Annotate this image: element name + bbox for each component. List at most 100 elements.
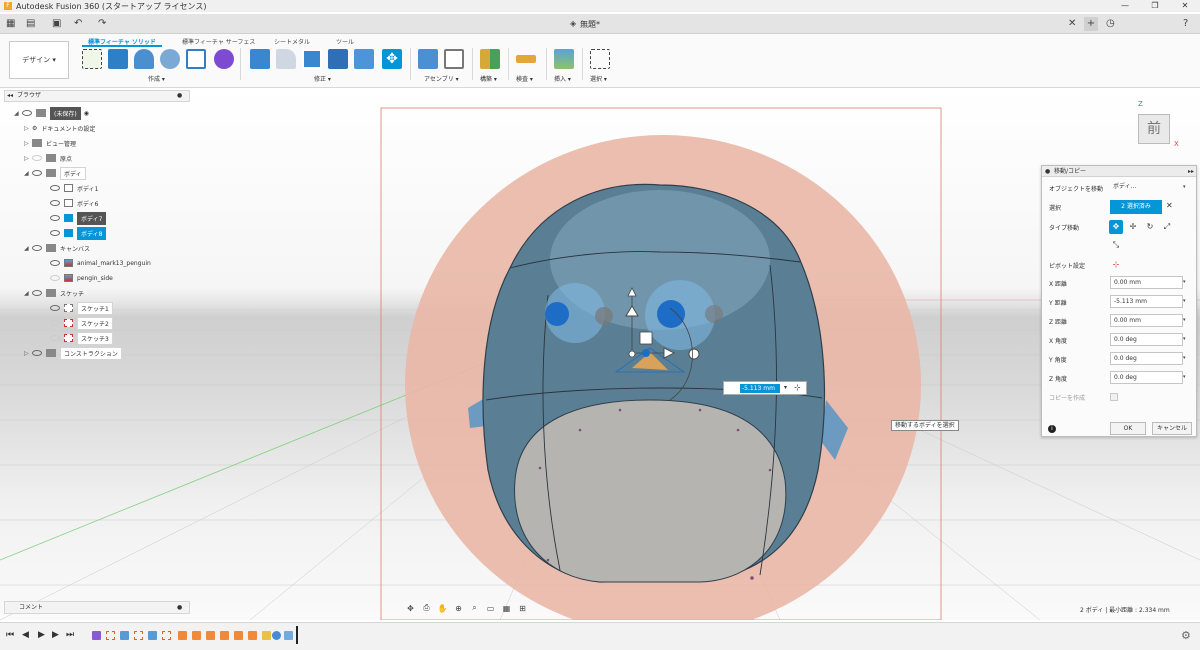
visibility-eye-icon[interactable] <box>22 110 32 116</box>
create-group-label[interactable]: 作成 ▾ <box>148 74 165 83</box>
close-tab-icon[interactable]: ✕ <box>1068 17 1076 31</box>
distance-value-input[interactable]: -5.113 mm ▾ ⊹ <box>723 381 807 395</box>
expand-dialog-icon[interactable]: ▸▸ <box>1188 166 1194 177</box>
tree-item-canvas-side[interactable]: pengin_side <box>50 272 113 284</box>
visibility-eye-icon[interactable] <box>50 305 60 311</box>
press-pull-icon[interactable] <box>250 49 270 69</box>
create-sketch-icon[interactable] <box>82 49 102 69</box>
minimize-button[interactable]: — <box>1110 0 1140 12</box>
go-to-start-icon[interactable]: ⏮ <box>6 630 14 640</box>
viewports-icon[interactable]: ⊞ <box>516 604 529 613</box>
visibility-eye-icon[interactable] <box>50 335 60 341</box>
extrude-icon[interactable] <box>108 49 128 69</box>
split-body-icon[interactable] <box>354 49 374 69</box>
tree-item-body6[interactable]: ボディ6 <box>50 197 98 209</box>
y-distance-input[interactable]: -5.113 mm <box>1110 295 1183 308</box>
offset-plane-icon[interactable] <box>480 49 500 69</box>
look-at-icon[interactable]: ⎙ <box>420 603 433 613</box>
play-icon[interactable]: ▶ <box>38 630 45 640</box>
expand-arrow-icon[interactable]: ◢ <box>24 290 32 297</box>
timeline-split-feature[interactable] <box>262 631 271 640</box>
tree-item-body1[interactable]: ボディ1 <box>50 182 98 194</box>
timeline-marker[interactable] <box>296 626 298 644</box>
expand-arrow-icon[interactable]: ▷ <box>24 140 32 147</box>
go-to-end-icon[interactable]: ⏭ <box>66 630 74 640</box>
pin-icon[interactable]: ● <box>177 602 182 613</box>
browser-header[interactable]: ブラウザ ◂◂ ● <box>4 90 190 102</box>
visibility-eye-icon[interactable] <box>32 170 42 176</box>
select-group-label[interactable]: 選択 ▾ <box>590 74 607 83</box>
pan-icon[interactable]: ✋ <box>436 604 449 613</box>
tree-item-view-management[interactable]: ▷ ビュー管理 <box>24 137 76 149</box>
new-component-icon[interactable] <box>418 49 438 69</box>
chevron-down-icon[interactable]: ▾ <box>1183 279 1186 285</box>
combine-icon[interactable] <box>328 49 348 69</box>
info-icon[interactable]: i <box>1048 425 1056 433</box>
visibility-eye-icon[interactable] <box>50 320 60 326</box>
timeline-form-feature[interactable] <box>92 631 101 640</box>
chevron-down-icon[interactable]: ▾ <box>1183 336 1186 342</box>
timeline-move-feature[interactable] <box>220 631 229 640</box>
point-to-point-icon[interactable]: ⤢ <box>1160 220 1174 234</box>
chevron-down-icon[interactable]: ▾ <box>1183 184 1186 190</box>
insert-canvas-icon[interactable] <box>554 49 574 69</box>
cancel-button[interactable]: キャンセル <box>1152 422 1192 435</box>
tree-item-sketch2[interactable]: スケッチ2 <box>50 316 113 330</box>
comments-panel[interactable]: コメント ● <box>4 601 190 614</box>
x-angle-input[interactable]: 0.0 deg <box>1110 333 1183 346</box>
timeline-body-feature[interactable] <box>272 631 281 640</box>
expand-arrow-icon[interactable]: ◢ <box>24 245 32 252</box>
y-angle-input[interactable]: 0.0 deg <box>1110 352 1183 365</box>
display-settings-icon[interactable]: ▭ <box>484 604 497 613</box>
tree-item-sketches[interactable]: ◢ スケッチ <box>24 287 84 299</box>
timeline-move-feature[interactable] <box>192 631 201 640</box>
right-eye[interactable] <box>657 300 685 328</box>
set-pivot-icon[interactable]: ⊹ <box>1109 258 1123 272</box>
create-form-icon[interactable] <box>214 49 234 69</box>
chevron-down-icon[interactable]: ▾ <box>1183 355 1186 361</box>
form-icon[interactable] <box>186 49 206 69</box>
free-move-icon[interactable]: ✥ <box>1109 220 1123 234</box>
timeline-settings-gear-icon[interactable]: ⚙ <box>1181 629 1191 642</box>
tree-root[interactable]: ◢ (未保存) ◉ <box>14 106 89 120</box>
activate-radio-icon[interactable]: ◉ <box>84 110 89 117</box>
chevron-down-icon[interactable]: ▾ <box>1183 374 1186 380</box>
tree-item-bodies[interactable]: ◢ ボディ <box>24 166 86 180</box>
fit-icon[interactable]: ⌕ <box>468 603 481 613</box>
tree-item-construction[interactable]: ▷ コンストラクション <box>24 346 122 360</box>
workspace-switcher-button[interactable]: デザイン ▾ <box>9 41 69 79</box>
pin-icon[interactable]: ● <box>177 91 182 101</box>
timeline-combine-feature[interactable] <box>284 631 293 640</box>
visibility-eye-icon[interactable] <box>32 245 42 251</box>
orbit-icon[interactable]: ✥ <box>404 604 417 613</box>
grid-menu-icon[interactable]: ▦ <box>6 17 15 31</box>
timeline-move-feature[interactable] <box>248 631 257 640</box>
close-button[interactable]: ✕ <box>1170 0 1200 12</box>
timeline-sketch-feature[interactable] <box>106 631 115 640</box>
x-distance-input[interactable]: 0.00 mm <box>1110 276 1183 289</box>
tree-item-sketch3[interactable]: スケッチ3 <box>50 331 113 345</box>
expand-arrow-icon[interactable]: ◢ <box>14 110 22 117</box>
rotate-icon[interactable]: ↻ <box>1143 220 1157 234</box>
move-object-select[interactable]: ボディ... <box>1110 181 1183 194</box>
tree-item-canvases[interactable]: ◢ キャンバス <box>24 242 90 254</box>
insert-group-label[interactable]: 挿入 ▾ <box>554 74 571 83</box>
visibility-eye-icon[interactable] <box>50 200 60 206</box>
timeline-sketch-feature[interactable] <box>134 631 143 640</box>
visibility-eye-icon[interactable] <box>50 260 60 266</box>
revolve-icon[interactable] <box>134 49 154 69</box>
tree-item-document-settings[interactable]: ▷ ⚙ ドキュメントの設定 <box>24 122 95 134</box>
selection-button[interactable]: 2 選択済み <box>1110 200 1162 214</box>
clear-selection-icon[interactable]: ✕ <box>1166 201 1173 210</box>
visibility-eye-icon[interactable] <box>32 350 42 356</box>
tab-tools[interactable]: ツール <box>336 37 354 46</box>
point-to-position-icon[interactable]: ⤡ <box>1109 238 1123 252</box>
zoom-icon[interactable]: ⊕ <box>452 604 465 613</box>
visibility-eye-icon[interactable] <box>50 275 60 281</box>
expand-arrow-icon[interactable]: ▷ <box>24 125 32 132</box>
maximize-button[interactable]: ❐ <box>1140 0 1170 12</box>
document-title[interactable]: 無題* <box>580 19 600 30</box>
ok-button[interactable]: OK <box>1110 422 1146 435</box>
view-cube-front-face[interactable]: 前 <box>1138 114 1170 144</box>
modify-group-label[interactable]: 修正 ▾ <box>314 74 331 83</box>
